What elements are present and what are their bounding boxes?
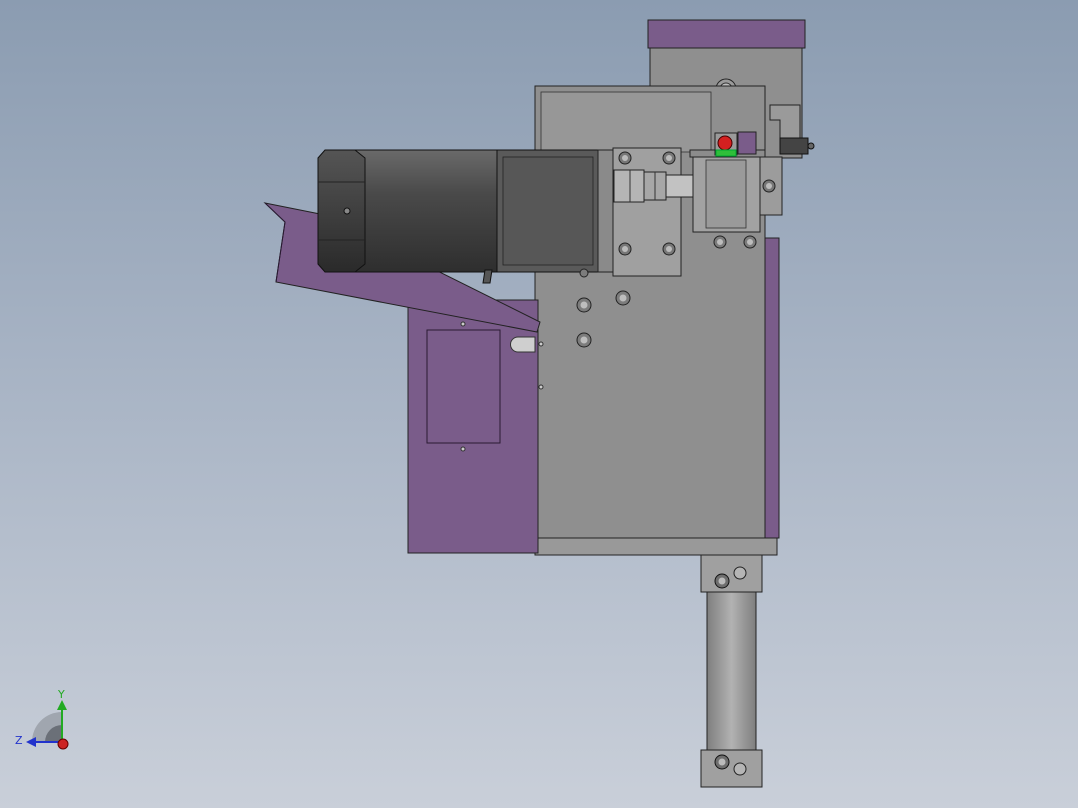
purple-side-panel[interactable] [407, 299, 539, 554]
cad-model-view[interactable]: Y Z [0, 0, 1078, 808]
air-cylinder-icon[interactable] [700, 554, 763, 788]
bearing-block[interactable] [689, 149, 783, 233]
motor-mount-bracket[interactable] [597, 147, 682, 277]
gear-motor-icon[interactable] [317, 149, 501, 284]
y-axis-label: Y [57, 688, 65, 701]
indicator-lamp-icon[interactable] [714, 131, 757, 157]
stepper-motor-icon[interactable] [496, 149, 600, 273]
limit-sensor-icon[interactable] [779, 137, 815, 155]
cad-viewport[interactable]: Y Z [0, 0, 1078, 808]
z-axis-label: Z [15, 734, 23, 747]
shaft-coupling-icon[interactable] [613, 169, 695, 203]
coordinate-triad: Y Z [15, 688, 69, 750]
x-axis-icon [57, 738, 69, 750]
